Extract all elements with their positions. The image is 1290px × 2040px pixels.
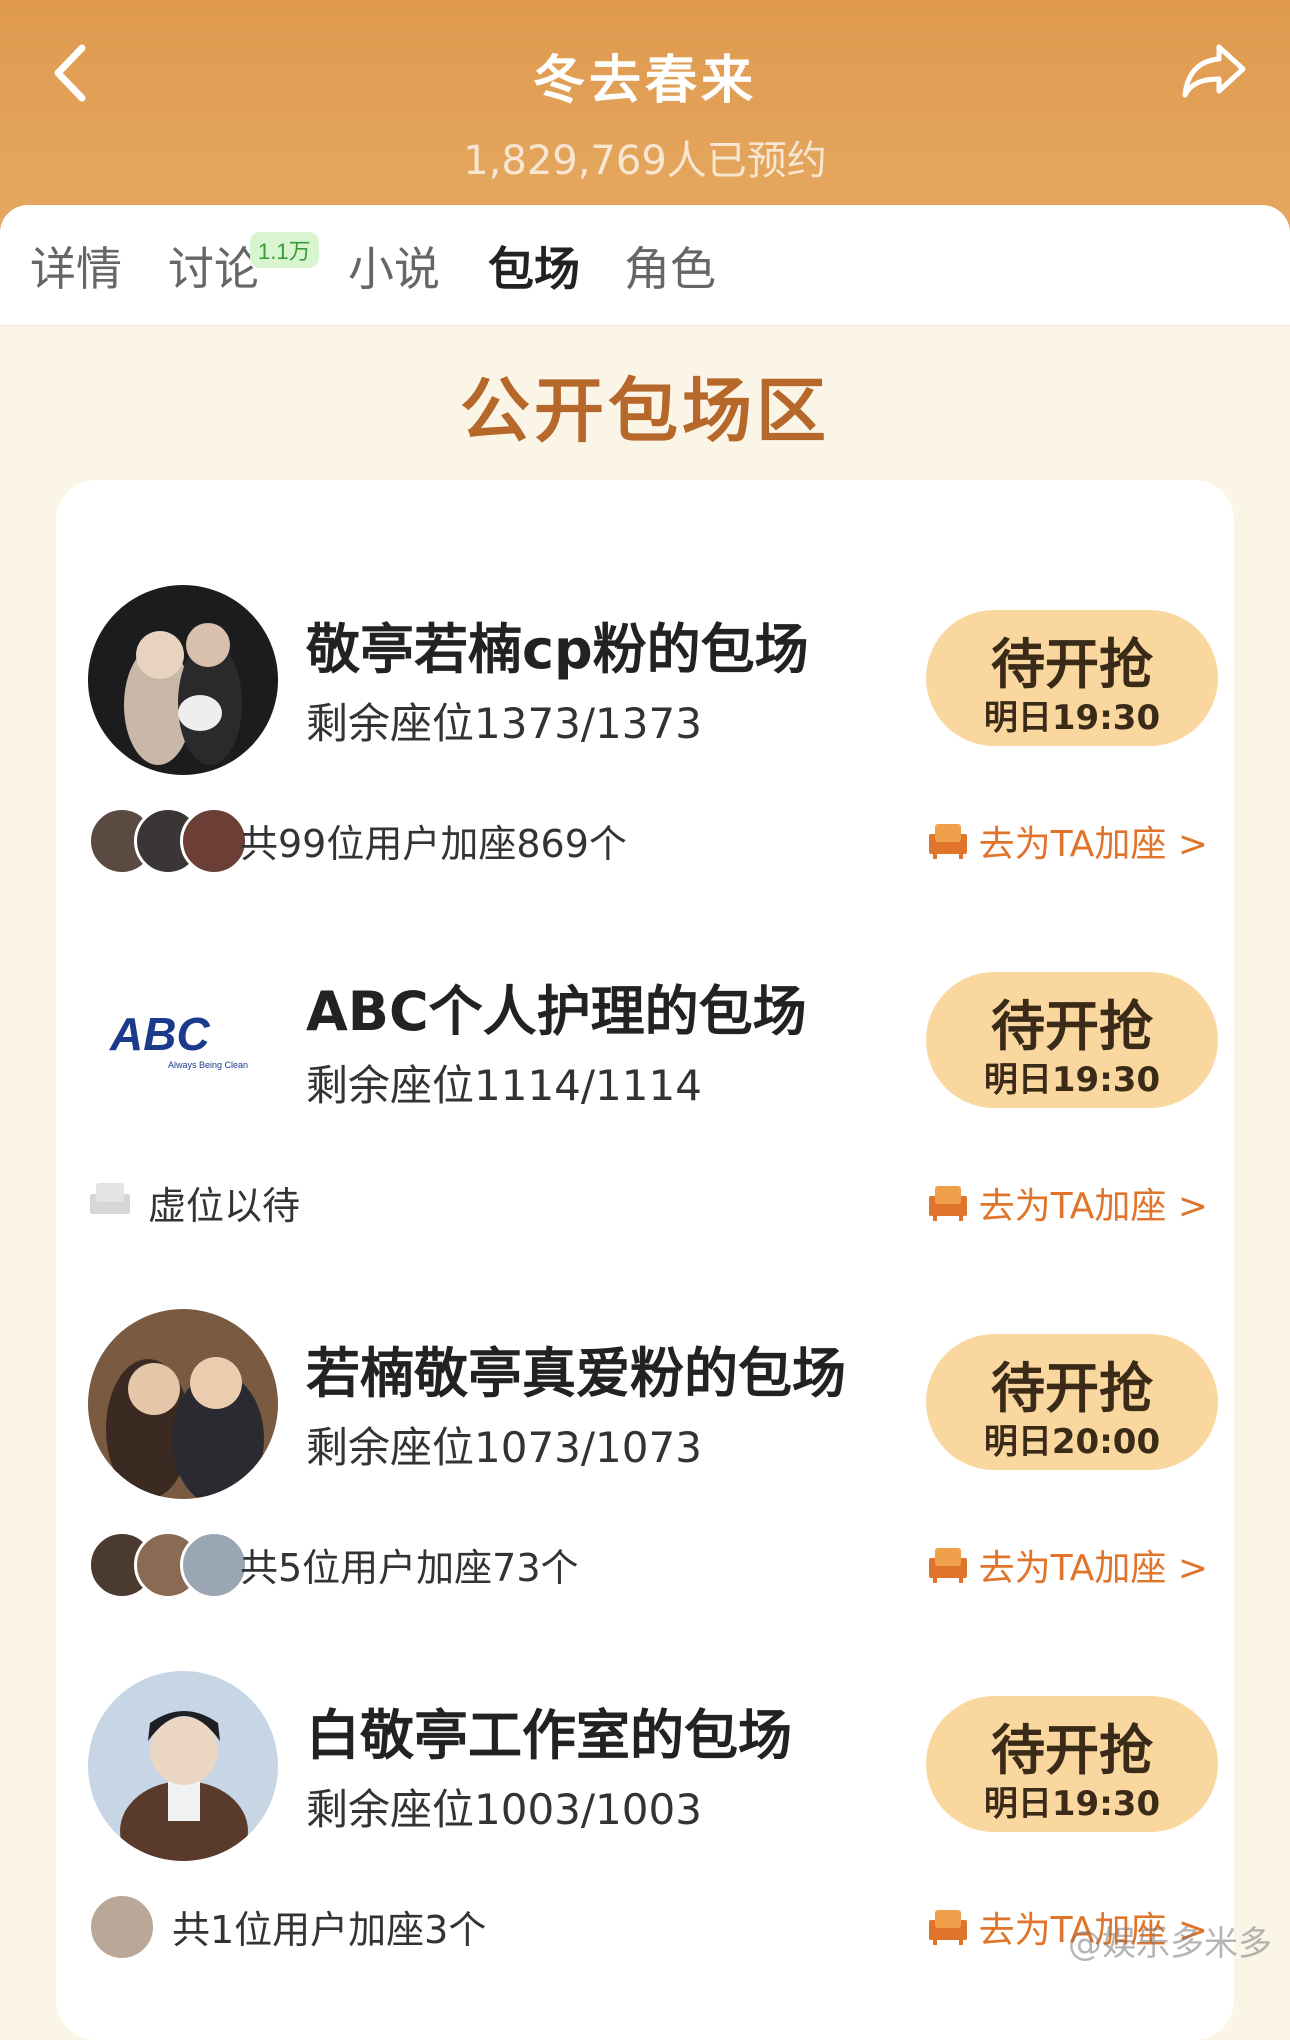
watermark: @娱乐多米多: [1068, 1924, 1272, 1964]
screening-card[interactable]: 白敬亭工作室的包场 剩余座位1003/1003 待开抢 明日19:30 共1位用…: [56, 1566, 1234, 1961]
tab-novel[interactable]: 小说: [348, 233, 440, 299]
tab-screening[interactable]: 包场: [488, 233, 580, 299]
grab-seat-button[interactable]: 待开抢 明日19:30: [926, 1696, 1218, 1832]
host-avatar[interactable]: [88, 1671, 278, 1861]
remaining-seats: 剩余座位1003/1003: [306, 1785, 702, 1834]
grab-seat-button[interactable]: 待开抢 明日19:30: [926, 972, 1218, 1108]
supporters-row: 共1位用户加座3个 去为TA加座 >: [88, 1891, 1208, 1961]
page-header: 冬去春来 1,829,769人已预约: [0, 0, 1290, 230]
remaining-seats: 剩余座位1373/1373: [306, 699, 702, 748]
grab-time: 明日19:30: [983, 698, 1161, 738]
grab-seat-button[interactable]: 待开抢 明日19:30: [926, 610, 1218, 746]
host-logo[interactable]: ABC Always Being Clean: [88, 947, 278, 1137]
logo-tagline: Always Being Clean: [168, 1060, 248, 1070]
host-avatar[interactable]: [88, 585, 278, 775]
screening-title: 若楠敬亭真爱粉的包场: [306, 1342, 846, 1405]
host-avatar[interactable]: [88, 1309, 278, 1499]
grab-seat-button[interactable]: 待开抢 明日20:00: [926, 1334, 1218, 1470]
tab-characters[interactable]: 角色: [624, 233, 716, 299]
section-title: 公开包场区: [460, 370, 830, 452]
screening-title: 白敬亭工作室的包场: [306, 1704, 792, 1767]
remaining-seats: 剩余座位1114/1114: [306, 1061, 702, 1110]
tab-discussion[interactable]: 讨论: [168, 233, 260, 299]
sofa-icon: [928, 1910, 967, 1945]
tab-bar: 详情 讨论 小说 包场 角色: [0, 205, 1290, 326]
share-button[interactable]: [1174, 36, 1254, 106]
tab-details[interactable]: 详情: [30, 233, 122, 299]
grab-time: 明日19:30: [983, 1060, 1161, 1100]
screening-card[interactable]: ABC Always Being Clean ABC个人护理的包场 剩余座位11…: [56, 842, 1234, 1228]
reservation-count: 1,829,769人已预约: [463, 138, 827, 184]
screening-title: 敬亭若楠cp粉的包场: [306, 618, 809, 681]
logo-text: ABC: [109, 1008, 210, 1060]
discussion-count-badge: 1.1万: [250, 232, 319, 268]
grab-status: 待开抢: [991, 633, 1153, 696]
screening-card[interactable]: 若楠敬亭真爱粉的包场 剩余座位1073/1073 待开抢 明日20:00 共5位…: [56, 1204, 1234, 1599]
grab-time: 明日20:00: [983, 1422, 1161, 1462]
page-title: 冬去春来: [532, 51, 757, 111]
remaining-seats: 剩余座位1073/1073: [306, 1423, 702, 1472]
supporter-avatar: [88, 1893, 156, 1961]
grab-status: 待开抢: [991, 1719, 1153, 1782]
grab-time: 明日19:30: [983, 1784, 1161, 1824]
supporters-summary: 共1位用户加座3个: [172, 1908, 487, 1952]
screening-list: 敬亭若楠cp粉的包场 剩余座位1373/1373 待开抢 明日19:30 共99…: [56, 480, 1234, 2040]
share-arrow-icon: [1182, 44, 1246, 98]
screening-title: ABC个人护理的包场: [306, 980, 807, 1043]
grab-status: 待开抢: [991, 1357, 1153, 1420]
screening-card[interactable]: 敬亭若楠cp粉的包场 剩余座位1373/1373 待开抢 明日19:30 共99…: [56, 480, 1234, 875]
grab-status: 待开抢: [991, 995, 1153, 1058]
